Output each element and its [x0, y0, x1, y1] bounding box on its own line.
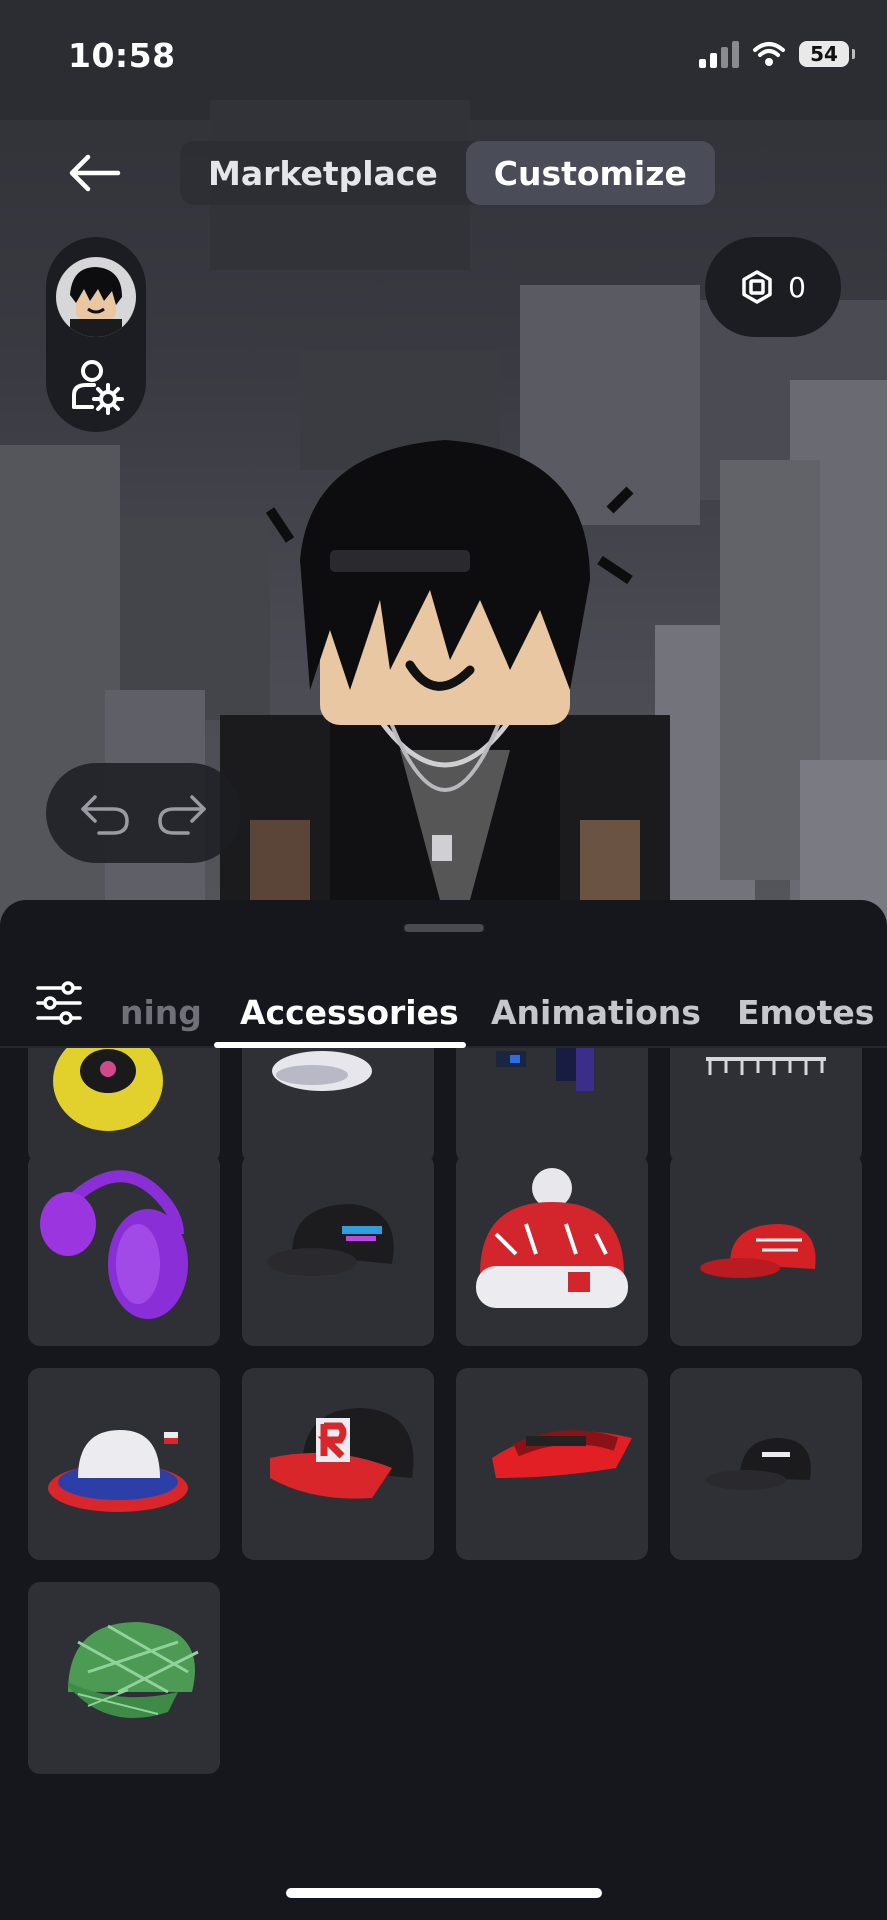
- fedora-hat-icon: [48, 1430, 188, 1512]
- roblox-r-cap-icon: [270, 1408, 414, 1499]
- tab-accessories[interactable]: Accessories: [240, 976, 459, 1048]
- red-visor-icon: [492, 1430, 632, 1478]
- black-cap-icon: [267, 1204, 394, 1276]
- green-plaid-cap-icon: [68, 1622, 199, 1719]
- accessory-item[interactable]: [456, 1048, 648, 1163]
- robux-icon: [742, 270, 772, 304]
- roblox-black-cap-icon: [706, 1438, 811, 1490]
- category-tabs: ning Accessories Animations Emotes: [110, 976, 887, 1048]
- accessory-item[interactable]: [28, 1048, 220, 1163]
- avatar-pill: [46, 237, 146, 432]
- status-time: 10:58: [68, 36, 176, 75]
- undo-icon[interactable]: [77, 791, 133, 835]
- tab-clothing-partial[interactable]: ning: [120, 976, 202, 1048]
- accessory-item[interactable]: [242, 1154, 434, 1346]
- accessory-item[interactable]: [242, 1048, 434, 1163]
- top-tab-bar: Marketplace Customize: [180, 141, 715, 205]
- accessory-item[interactable]: [670, 1368, 862, 1560]
- wifi-icon: [753, 42, 785, 66]
- home-indicator[interactable]: [286, 1888, 602, 1898]
- tab-emotes[interactable]: Emotes: [737, 976, 874, 1048]
- battery-indicator: 54: [799, 41, 855, 67]
- accessory-item[interactable]: [456, 1368, 648, 1560]
- cellular-signal-icon: [699, 40, 739, 68]
- accessory-item[interactable]: [670, 1048, 862, 1163]
- accessory-grid: [0, 1048, 887, 1920]
- filter-sliders-icon[interactable]: [36, 980, 82, 1026]
- purple-headphones-icon: [40, 1170, 188, 1319]
- tab-customize[interactable]: Customize: [465, 141, 715, 205]
- avatar[interactable]: [56, 257, 136, 337]
- back-arrow-icon[interactable]: [64, 148, 124, 198]
- accessory-item[interactable]: [28, 1154, 220, 1346]
- accessory-item[interactable]: [456, 1154, 648, 1346]
- tab-marketplace[interactable]: Marketplace: [180, 141, 466, 205]
- red-cap-icon: [700, 1224, 816, 1278]
- blue-glasses-icon: [496, 1048, 594, 1091]
- white-cap-icon: [272, 1051, 372, 1091]
- silver-chain-icon: [706, 1057, 826, 1075]
- red-beanie-icon: [476, 1168, 628, 1308]
- undo-redo-pill: [46, 763, 241, 863]
- yellow-ring-hat-icon: [53, 1048, 163, 1131]
- robux-balance-button[interactable]: 0: [705, 237, 841, 337]
- tab-animations[interactable]: Animations: [491, 976, 701, 1048]
- avatar-thumbnail-icon: [70, 267, 122, 337]
- sheet-grabber-handle[interactable]: [404, 924, 484, 932]
- status-icons: 54: [699, 40, 855, 68]
- robux-amount: 0: [788, 270, 806, 304]
- accessory-item[interactable]: [242, 1368, 434, 1560]
- accessory-item[interactable]: [28, 1368, 220, 1560]
- accessory-item[interactable]: [670, 1154, 862, 1346]
- redo-icon[interactable]: [154, 791, 210, 835]
- accessory-item[interactable]: [28, 1582, 220, 1774]
- avatar-character[interactable]: [210, 430, 680, 910]
- avatar-settings-icon[interactable]: [66, 355, 126, 415]
